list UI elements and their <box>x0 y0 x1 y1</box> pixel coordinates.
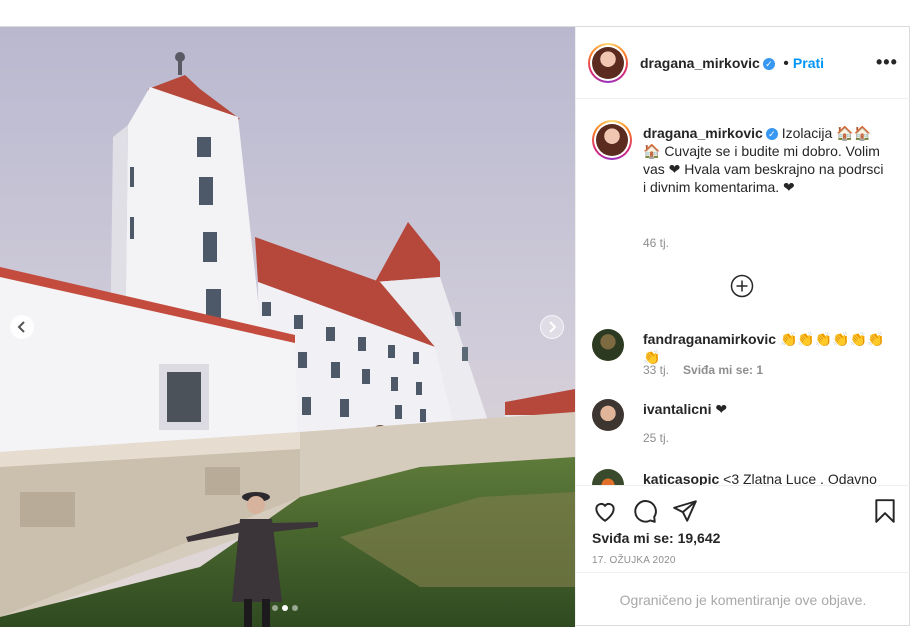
comments-limited-notice: Ograničeno je komentiranje ove objave. <box>576 572 910 627</box>
commenter-avatar[interactable] <box>592 469 624 485</box>
comment-text: ❤ <box>715 401 728 417</box>
separator-dot: • <box>783 55 789 72</box>
caption-age[interactable]: 46 tj. <box>643 236 669 250</box>
carousel-dot-active <box>282 605 288 611</box>
carousel-indicator <box>272 605 298 611</box>
post-actions: Sviđa mi se: 19,642 17. OŽUJKA 2020 <box>576 485 910 586</box>
carousel-dot <box>272 605 278 611</box>
carousel-prev-button[interactable] <box>10 315 34 339</box>
comment-username[interactable]: fandraganamirkovic <box>643 331 776 347</box>
post-header: dragana_mirkovic ✓ • Prati ••• <box>576 27 910 99</box>
verified-badge-icon: ✓ <box>765 128 778 141</box>
bookmark-icon[interactable] <box>872 498 898 524</box>
likes-count[interactable]: Sviđa mi se: 19,642 <box>592 530 720 546</box>
comment-username[interactable]: ivantalicni <box>643 401 711 417</box>
comment-icon[interactable] <box>632 498 658 524</box>
author-line: dragana_mirkovic ✓ • Prati <box>640 55 824 73</box>
post-date[interactable]: 17. OŽUJKA 2020 <box>592 555 676 566</box>
caption-username[interactable]: dragana_mirkovic <box>643 125 763 141</box>
post-photo <box>0 27 575 627</box>
paper-plane-icon[interactable] <box>672 498 698 524</box>
more-options-icon[interactable]: ••• <box>876 52 898 73</box>
comment-age[interactable]: 33 tj. <box>643 363 669 377</box>
caption-avatar[interactable] <box>592 120 632 160</box>
post-container: dragana_mirkovic ✓ • Prati ••• dragana_mir… <box>0 26 910 627</box>
author-avatar[interactable] <box>588 43 628 83</box>
commenter-avatar[interactable] <box>592 399 624 431</box>
commenter-avatar[interactable] <box>592 329 624 361</box>
author-username[interactable]: dragana_mirkovic <box>640 55 760 71</box>
comment-age[interactable]: 25 tj. <box>643 431 669 445</box>
heart-icon[interactable] <box>592 498 618 524</box>
plus-circle-icon[interactable] <box>730 274 754 298</box>
carousel-dot <box>292 605 298 611</box>
chevron-right-icon <box>549 321 557 333</box>
comment-likes[interactable]: Sviđa mi se: 1 <box>683 363 763 377</box>
chevron-left-icon <box>17 321 25 333</box>
carousel-next-button[interactable] <box>540 315 564 339</box>
post-side-panel: dragana_mirkovic ✓ • Prati ••• dragana_mir… <box>575 27 910 627</box>
verified-badge-icon: ✓ <box>762 57 775 70</box>
comments-list[interactable]: dragana_mirkovic ✓ Izolacija 🏠🏠🏠 Cuvajte … <box>576 99 910 485</box>
comment-username[interactable]: katicasopic <box>643 471 719 485</box>
post-media[interactable] <box>0 27 575 627</box>
follow-button[interactable]: Prati <box>793 55 824 71</box>
